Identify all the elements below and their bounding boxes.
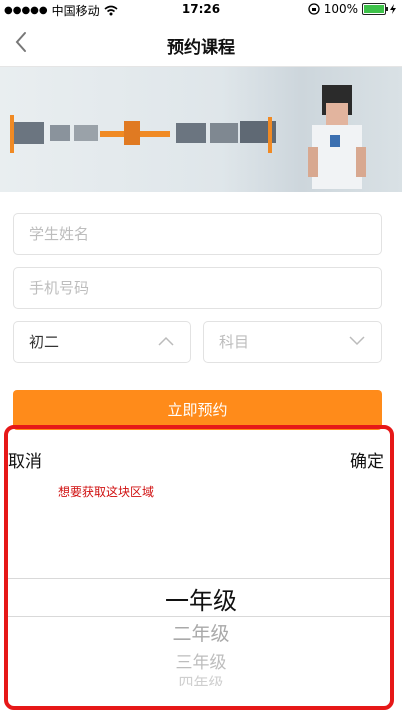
navigation-bar: 预约课程: [0, 20, 402, 67]
grade-select[interactable]: 初二: [13, 321, 191, 363]
submit-booking-button[interactable]: 立即预约: [13, 390, 382, 430]
battery-percent: 100%: [323, 2, 358, 16]
status-bar: ●●●●● 中国移动 17:26 100%: [0, 0, 402, 20]
picker-divider-top: [8, 578, 394, 579]
course-banner-image: [0, 67, 402, 192]
phone-input[interactable]: 手机号码: [13, 267, 382, 309]
page-title: 预约课程: [167, 38, 235, 58]
student-name-placeholder: 学生姓名: [29, 225, 90, 243]
status-right: 100%: [308, 2, 396, 16]
charging-icon: [390, 4, 396, 14]
phone-placeholder: 手机号码: [29, 279, 90, 297]
picker-option[interactable]: 四年级: [0, 672, 402, 686]
chevron-down-icon: [349, 336, 365, 346]
battery-icon: [362, 3, 388, 15]
student-name-input[interactable]: 学生姓名: [13, 213, 382, 255]
subject-placeholder: 科目: [219, 333, 250, 351]
grade-value: 初二: [29, 333, 60, 351]
picker-cancel-button[interactable]: 取消: [8, 447, 42, 472]
picker-option[interactable]: 二年级: [0, 619, 402, 646]
picker-option-selected[interactable]: 一年级: [0, 581, 402, 616]
picker-confirm-button[interactable]: 确定: [350, 447, 384, 472]
subject-select[interactable]: 科目: [203, 321, 382, 363]
annotation-text: 想要获取这块区域: [58, 485, 155, 499]
grade-picker: 取消 确定 想要获取这块区域 一年级 二年级 三年级 四年级: [0, 430, 402, 718]
picker-divider-bottom: [8, 616, 394, 617]
chevron-up-icon: [158, 336, 174, 346]
orientation-lock-icon: [308, 3, 320, 15]
person-photo: [308, 85, 366, 189]
picker-option[interactable]: 三年级: [0, 648, 402, 673]
